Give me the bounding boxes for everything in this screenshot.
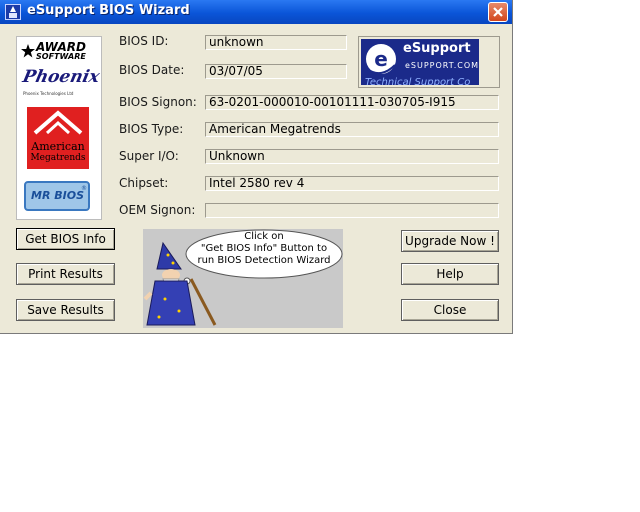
mrbios-logo: MR BIOS ® [24,181,90,211]
wizard-staff [189,278,217,326]
ami-logo-subtext: Megatrends [30,153,86,163]
esupport-url: eSUPPORT.COM [405,61,479,70]
close-icon [493,7,503,17]
window-title: eSupport BIOS Wizard [27,3,190,18]
print-results-button[interactable]: Print Results [16,263,115,285]
oem-signon-field[interactable] [205,203,499,218]
upgrade-now-button[interactable]: Upgrade Now ! [401,230,499,252]
close-button[interactable]: Close [401,299,499,321]
award-logo: AWARD SOFTWARE [21,41,95,63]
wizard-hint-line-1: Click on [244,231,284,242]
chipset-label: Chipset: [119,176,169,190]
bios-vendor-logos: AWARD SOFTWARE Phoenix Phoenix Technolog… [16,36,102,220]
super-io-field[interactable]: Unknown [205,149,499,164]
help-button[interactable]: Help [401,263,499,285]
chipset-field[interactable]: Intel 2580 rev 4 [205,176,499,191]
mrbios-logo-text: MR BIOS [31,189,84,202]
ami-triangle-icon [33,110,83,135]
wizard-hint-text: Click on "Get BIOS Info" Button to run B… [189,231,339,267]
esupport-brand: eSupport [403,41,471,56]
bios-id-field[interactable]: unknown [205,35,347,50]
esupport-banner[interactable]: e eSupport eSUPPORT.COM Technical Suppor… [358,36,500,88]
ami-logo-text: American [31,140,85,153]
mrbios-registered-mark: ® [81,185,87,192]
phoenix-logo: Phoenix Phoenix Technologies Ltd [21,67,102,101]
bios-date-field[interactable]: 03/07/05 [205,64,347,79]
ami-logo: American Megatrends [27,107,89,169]
bios-type-label: BIOS Type: [119,122,184,136]
phoenix-logo-text: Phoenix [20,67,102,87]
bios-date-label: BIOS Date: [119,63,185,77]
app-icon[interactable] [5,4,21,20]
bios-signon-field[interactable]: 63-0201-000010-00101111-030705-I915 [205,95,499,110]
svg-text:e: e [374,47,388,71]
wizard-hint-line-3: run BIOS Detection Wizard [197,255,331,266]
bios-wizard-window: eSupport BIOS Wizard AWARD SOFTWARE Phoe… [0,0,513,334]
get-bios-info-button[interactable]: Get BIOS Info [16,228,115,250]
wizard-hint-panel: Click on "Get BIOS Info" Button to run B… [143,229,343,328]
esupport-logo[interactable]: e eSupport eSUPPORT.COM Technical Suppor… [361,39,479,85]
bios-signon-label: BIOS Signon: [119,95,197,109]
award-star-icon [21,44,35,58]
bios-type-field[interactable]: American Megatrends [205,122,499,137]
award-logo-subtext: SOFTWARE [36,52,86,61]
wizard-hint-line-2: "Get BIOS Info" Button to [200,243,328,254]
close-window-button[interactable] [488,2,508,22]
save-results-button[interactable]: Save Results [16,299,115,321]
title-bar[interactable]: eSupport BIOS Wizard [0,0,512,24]
bios-id-label: BIOS ID: [119,34,169,48]
esupport-tagline: Technical Support Co [365,77,471,85]
phoenix-logo-subtext: Phoenix Technologies Ltd [23,91,74,96]
oem-signon-label: OEM Signon: [119,203,196,217]
super-io-label: Super I/O: [119,149,179,163]
wizard-robe [146,280,196,326]
